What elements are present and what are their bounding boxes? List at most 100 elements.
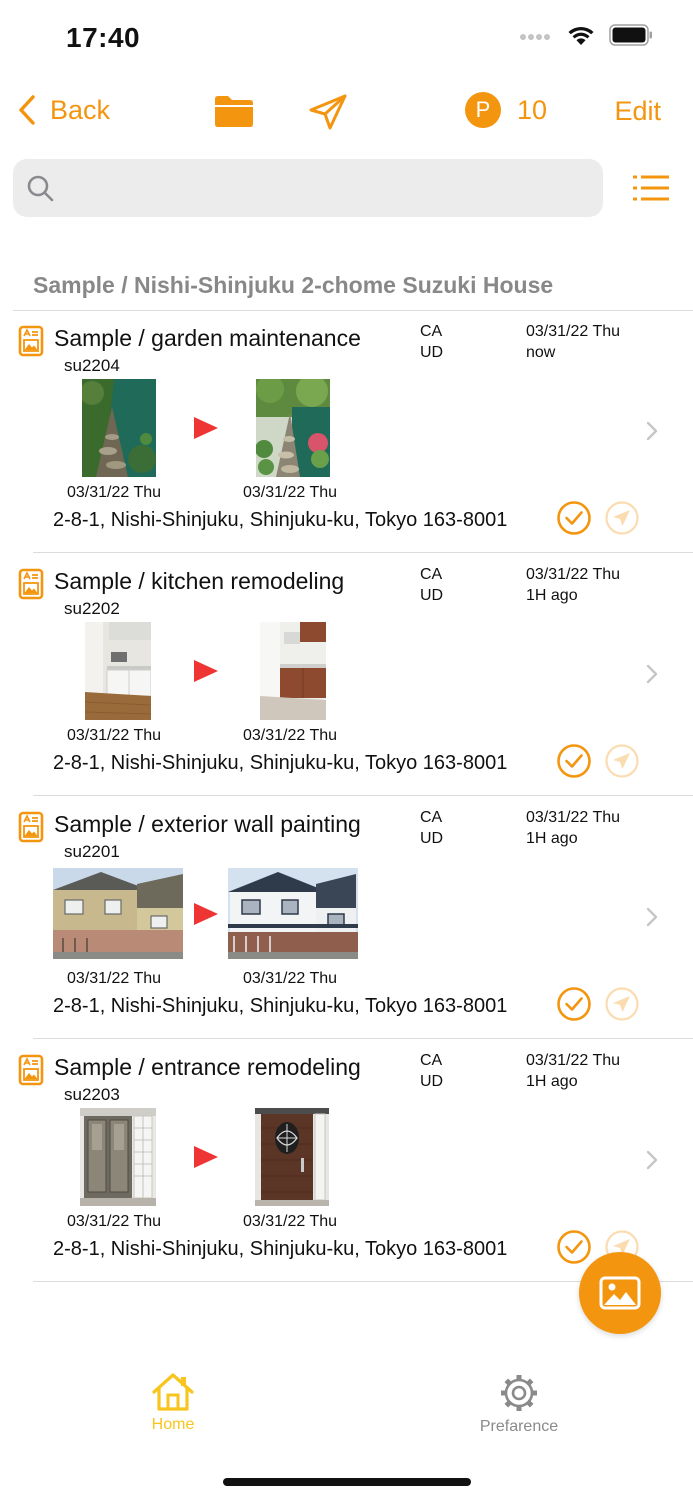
project-time-ago: 1H ago xyxy=(526,1073,578,1090)
project-card[interactable]: Sample / exterior wall painting su2201 C… xyxy=(0,797,693,1040)
status-icons xyxy=(519,24,653,51)
project-file-icon xyxy=(18,811,44,848)
search-icon xyxy=(27,175,54,202)
edit-button[interactable]: Edit xyxy=(614,96,661,127)
status-codes: CA UD xyxy=(420,1050,443,1092)
before-photo-date: 03/31/22 Thu xyxy=(67,970,162,987)
ca-label: CA xyxy=(420,1052,443,1069)
status-time: 17:40 xyxy=(66,22,141,53)
after-photo[interactable] xyxy=(228,868,358,959)
search-input[interactable] xyxy=(69,159,589,217)
after-photo-date: 03/31/22 Thu xyxy=(243,484,338,501)
back-label: Back xyxy=(50,94,111,125)
before-photo-date: 03/31/22 Thu xyxy=(67,484,162,501)
chevron-left-icon xyxy=(19,95,35,125)
tab-home[interactable]: Home xyxy=(103,1372,243,1434)
project-date-info: 03/31/22 Thu 1H ago xyxy=(526,1050,620,1092)
divider xyxy=(33,552,693,553)
signal-icon xyxy=(519,29,553,47)
project-address: 2-8-1, Nishi-Shinjuku, Shinjuku-ku, Toky… xyxy=(53,509,508,531)
send-icon[interactable] xyxy=(308,93,348,136)
project-title: Sample / garden maintenance xyxy=(54,325,361,351)
points-indicator[interactable]: P 10 xyxy=(465,92,547,128)
ud-label: UD xyxy=(420,344,444,361)
project-title: Sample / kitchen remodeling xyxy=(54,568,345,594)
before-photo[interactable] xyxy=(80,1108,156,1206)
points-badge: P xyxy=(465,92,501,128)
chevron-right-icon xyxy=(646,907,658,932)
project-date: 03/31/22 Thu xyxy=(526,809,621,826)
checkmark-circle-icon[interactable] xyxy=(556,500,592,541)
before-photo[interactable] xyxy=(85,622,151,720)
project-code: su2203 xyxy=(64,1085,120,1104)
send-circle-icon[interactable] xyxy=(604,500,640,541)
after-photo[interactable] xyxy=(260,622,326,720)
checkmark-circle-icon[interactable] xyxy=(556,986,592,1027)
project-time-ago: now xyxy=(526,344,556,361)
checkmark-circle-icon[interactable] xyxy=(556,1229,592,1270)
project-code: su2201 xyxy=(64,842,120,861)
project-file-icon xyxy=(18,568,44,605)
divider xyxy=(33,1038,693,1039)
project-date: 03/31/22 Thu xyxy=(526,566,621,583)
before-photo[interactable] xyxy=(53,868,183,959)
project-file-icon xyxy=(18,1054,44,1091)
send-circle-icon[interactable] xyxy=(604,986,640,1027)
project-address: 2-8-1, Nishi-Shinjuku, Shinjuku-ku, Toky… xyxy=(53,752,508,774)
project-date-info: 03/31/22 Thu 1H ago xyxy=(526,564,620,606)
add-photo-button[interactable] xyxy=(579,1252,661,1334)
ud-label: UD xyxy=(420,830,444,847)
status-codes: CA UD xyxy=(420,321,443,363)
checkmark-circle-icon[interactable] xyxy=(556,743,592,784)
before-photo-date: 03/31/22 Thu xyxy=(67,727,162,744)
navigation-bar: Back P 10 Edit xyxy=(0,88,693,138)
ud-label: UD xyxy=(420,587,444,604)
home-icon xyxy=(152,1373,194,1411)
tab-bar: Home Prefarence xyxy=(0,1362,693,1462)
after-photo[interactable] xyxy=(256,379,330,477)
search-bar[interactable] xyxy=(13,159,603,217)
project-time-ago: 1H ago xyxy=(526,587,578,604)
send-circle-icon[interactable] xyxy=(604,743,640,784)
before-photo-date: 03/31/22 Thu xyxy=(67,1213,162,1230)
play-arrow-icon xyxy=(194,903,218,930)
tab-home-label: Home xyxy=(151,1416,195,1433)
after-photo[interactable] xyxy=(255,1108,329,1206)
ud-label: UD xyxy=(420,1073,444,1090)
points-count: 10 xyxy=(517,94,548,125)
status-bar: 17:40 xyxy=(0,0,693,80)
chevron-right-icon xyxy=(646,421,658,446)
after-photo-date: 03/31/22 Thu xyxy=(243,1213,338,1230)
play-arrow-icon xyxy=(194,1146,218,1173)
project-date: 03/31/22 Thu xyxy=(526,1052,621,1069)
divider xyxy=(33,795,693,796)
after-photo-date: 03/31/22 Thu xyxy=(243,727,338,744)
home-indicator xyxy=(223,1478,471,1486)
project-time-ago: 1H ago xyxy=(526,830,578,847)
battery-icon xyxy=(609,24,653,51)
project-date-info: 03/31/22 Thu now xyxy=(526,321,620,363)
ca-label: CA xyxy=(420,566,443,583)
project-date: 03/31/22 Thu xyxy=(526,323,621,340)
chevron-right-icon xyxy=(646,1150,658,1175)
before-photo[interactable] xyxy=(82,379,156,477)
project-card[interactable]: Sample / garden maintenance su2204 CA UD… xyxy=(0,311,693,554)
ca-label: CA xyxy=(420,809,443,826)
folder-icon[interactable] xyxy=(213,94,255,133)
project-title: Sample / exterior wall painting xyxy=(54,811,361,837)
tab-preference-label: Prefarence xyxy=(479,1418,559,1435)
list-view-icon[interactable] xyxy=(633,174,669,207)
project-code: su2204 xyxy=(64,356,120,375)
project-card[interactable]: Sample / kitchen remodeling su2202 CA UD… xyxy=(0,554,693,797)
project-title: Sample / entrance remodeling xyxy=(54,1054,361,1080)
chevron-right-icon xyxy=(646,664,658,689)
after-photo-date: 03/31/22 Thu xyxy=(243,970,338,987)
tab-preference[interactable]: Prefarence xyxy=(449,1372,589,1436)
status-codes: CA UD xyxy=(420,807,443,849)
back-button[interactable]: Back xyxy=(18,94,110,126)
project-card[interactable]: Sample / entrance remodeling su2203 CA U… xyxy=(0,1040,693,1283)
play-arrow-icon xyxy=(194,417,218,444)
project-file-icon xyxy=(18,325,44,362)
gear-icon xyxy=(501,1375,537,1411)
project-address: 2-8-1, Nishi-Shinjuku, Shinjuku-ku, Toky… xyxy=(53,995,508,1017)
